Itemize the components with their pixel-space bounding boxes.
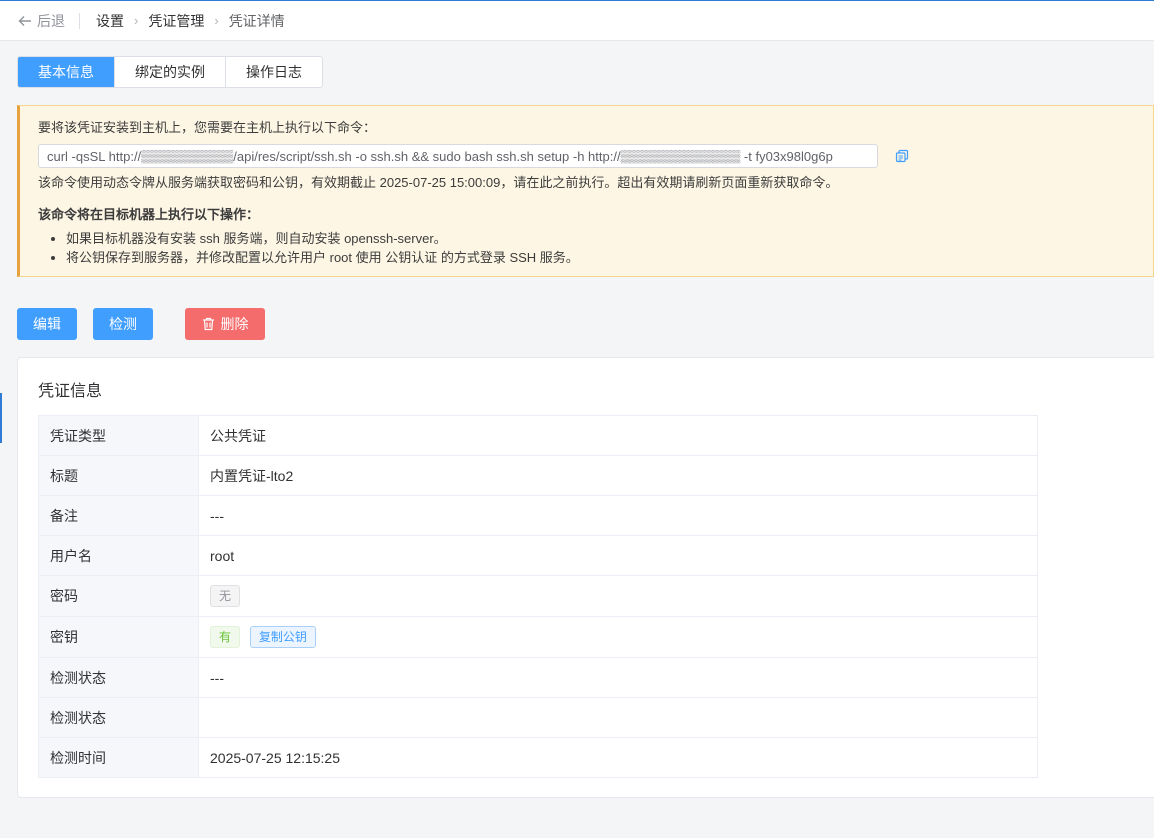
table-row: 密钥 有 复制公钥 bbox=[38, 616, 1038, 658]
back-label: 后退 bbox=[37, 12, 65, 29]
copy-icon-glyph bbox=[895, 149, 909, 163]
row-label: 检测状态 bbox=[38, 657, 199, 698]
row-label: 凭证类型 bbox=[38, 415, 199, 456]
table-row: 用户名 root bbox=[38, 535, 1038, 576]
row-value: root bbox=[198, 535, 1038, 576]
row-value: 2025-07-25 12:15:25 bbox=[198, 737, 1038, 778]
password-status-tag: 无 bbox=[210, 585, 241, 607]
delete-label: 删除 bbox=[220, 316, 249, 332]
row-label: 密码 bbox=[38, 575, 199, 617]
tab-basic-info[interactable]: 基本信息 bbox=[18, 57, 114, 87]
table-row: 标题 内置凭证-lto2 bbox=[38, 455, 1038, 496]
operations-list: 如果目标机器没有安装 ssh 服务端，则自动安装 openssh-server。… bbox=[38, 229, 1153, 267]
header-divider bbox=[79, 12, 80, 29]
table-row: 检测状态 --- bbox=[38, 657, 1038, 698]
command-row bbox=[38, 144, 1153, 168]
row-value: 内置凭证-lto2 bbox=[198, 455, 1038, 496]
copy-public-key-button[interactable]: 复制公钥 bbox=[249, 626, 316, 648]
arrow-left-icon bbox=[18, 15, 31, 26]
breadcrumb-settings[interactable]: 设置 bbox=[96, 11, 124, 31]
command-description: 该命令使用动态令牌从服务端获取密码和公钥，有效期截止 2025-07-25 15… bbox=[38, 175, 839, 190]
card-title: 凭证信息 bbox=[38, 383, 103, 400]
notice-intro: 要将该凭证安装到主机上，您需要在主机上执行以下命令： bbox=[38, 120, 377, 135]
operations-title: 该命令将在目标机器上执行以下操作： bbox=[38, 207, 260, 222]
row-value: 公共凭证 bbox=[198, 415, 1038, 456]
check-button[interactable]: 检测 bbox=[93, 308, 153, 340]
row-value: --- bbox=[198, 657, 1038, 698]
credential-info-card: 凭证信息 凭证类型 公共凭证 标题 内置凭证-lto2 备注 --- 用户名 r… bbox=[17, 357, 1154, 798]
row-value bbox=[198, 697, 1038, 738]
page-header: 后退 设置 › 凭证管理 › 凭证详情 bbox=[0, 1, 1154, 41]
table-row: 检测状态 bbox=[38, 697, 1038, 738]
breadcrumb-credential-management[interactable]: 凭证管理 bbox=[148, 11, 204, 31]
row-label: 备注 bbox=[38, 495, 199, 536]
row-value: 无 bbox=[198, 575, 1038, 617]
row-label: 标题 bbox=[38, 455, 199, 496]
install-command-notice: 要将该凭证安装到主机上，您需要在主机上执行以下命令： 该命令使用动态令牌从服务端… bbox=[17, 105, 1154, 277]
back-button[interactable]: 后退 bbox=[18, 11, 65, 31]
tab-bar: 基本信息 绑定的实例 操作日志 bbox=[17, 56, 323, 88]
table-row: 凭证类型 公共凭证 bbox=[38, 415, 1038, 456]
row-label: 检测状态 bbox=[38, 697, 199, 738]
operation-item: 如果目标机器没有安装 ssh 服务端，则自动安装 openssh-server。 bbox=[66, 229, 1153, 248]
copy-icon[interactable] bbox=[894, 148, 910, 164]
tab-operation-log[interactable]: 操作日志 bbox=[225, 57, 322, 87]
row-label: 检测时间 bbox=[38, 737, 199, 778]
edit-button[interactable]: 编辑 bbox=[17, 308, 77, 340]
chevron-right-icon: › bbox=[134, 13, 139, 28]
side-indicator bbox=[0, 393, 2, 443]
operation-item: 将公钥保存到服务器，并修改配置以允许用户 root 使用 公钥认证 的方式登录 … bbox=[66, 248, 1153, 267]
table-row: 检测时间 2025-07-25 12:15:25 bbox=[38, 737, 1038, 778]
row-label: 密钥 bbox=[38, 616, 199, 658]
trash-icon bbox=[202, 317, 214, 331]
credential-info-table: 凭证类型 公共凭证 标题 内置凭证-lto2 备注 --- 用户名 root 密… bbox=[38, 415, 1038, 778]
row-value: 有 复制公钥 bbox=[198, 616, 1038, 658]
row-value: --- bbox=[198, 495, 1038, 536]
table-row: 密码 无 bbox=[38, 575, 1038, 617]
tab-bound-instances[interactable]: 绑定的实例 bbox=[114, 57, 225, 87]
delete-button[interactable]: 删除 bbox=[185, 308, 265, 340]
install-command-field[interactable] bbox=[38, 144, 878, 168]
table-row: 备注 --- bbox=[38, 495, 1038, 536]
row-label: 用户名 bbox=[38, 535, 199, 576]
chevron-right-icon: › bbox=[214, 13, 219, 28]
breadcrumb-credential-detail: 凭证详情 bbox=[228, 12, 285, 29]
key-status-tag: 有 bbox=[210, 626, 241, 648]
